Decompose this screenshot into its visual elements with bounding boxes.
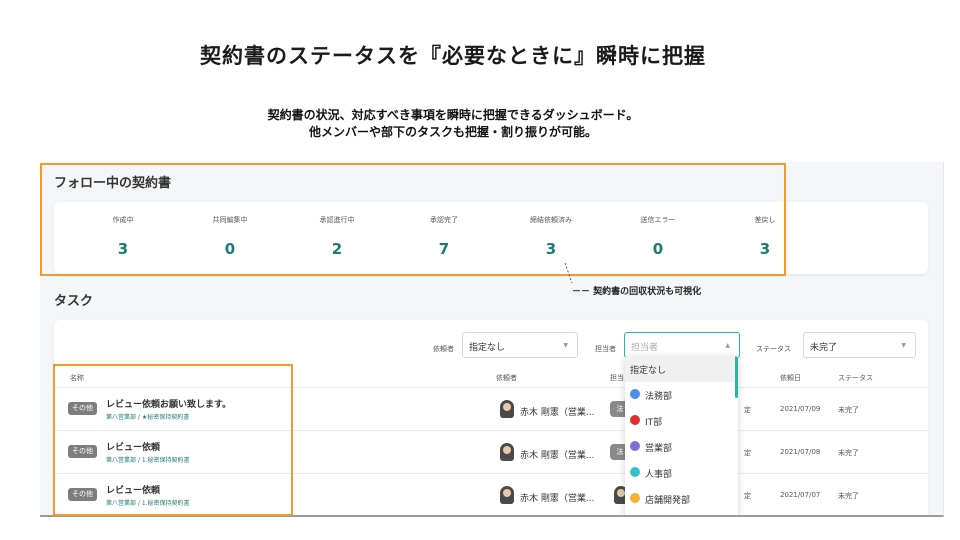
dropdown-item-label: 法務部 bbox=[645, 392, 673, 402]
slide-subtitle: 契約書の状況、対応すべき事項を瞬時に把握できるダッシュボード。 他メンバーや部下… bbox=[0, 107, 906, 141]
caret-up-icon: ▲ bbox=[725, 342, 730, 349]
task-status: 未完了 bbox=[838, 406, 859, 414]
task-status: 未完了 bbox=[838, 449, 859, 457]
status-filter-value: 未完了 bbox=[810, 343, 838, 353]
dropdown-item-label: 営業部 bbox=[645, 444, 673, 454]
dropdown-item-hr[interactable]: 人事部 bbox=[625, 460, 738, 486]
assignee-filter-label: 担当者 bbox=[595, 345, 616, 353]
dropdown-item-label: 人事部 bbox=[645, 470, 673, 480]
status-filter-label: ステータス bbox=[756, 345, 791, 353]
subtitle-line-2: 他メンバーや部下のタスクも把握・割り振りが可能。 bbox=[308, 125, 597, 139]
avatar bbox=[500, 400, 514, 418]
annotation-text: －－ 契約書の回収状況も可視化 bbox=[572, 287, 702, 297]
col-header-date[interactable]: 依頼日 bbox=[780, 373, 801, 383]
requester-name: 赤木 剛憲（営業... bbox=[520, 494, 595, 504]
dropdown-item-label: 指定なし bbox=[630, 366, 667, 376]
task-section-title: タスク bbox=[54, 294, 94, 309]
sales-dept-icon bbox=[630, 441, 640, 451]
status-filter-select[interactable]: 未完了 ▼ bbox=[803, 332, 916, 358]
annotation-pointer bbox=[564, 262, 573, 284]
request-date: 2021/07/08 bbox=[780, 448, 821, 456]
request-date: 2021/07/07 bbox=[780, 491, 821, 499]
slide-title: 契約書のステータスを『必要なときに』瞬時に把握 bbox=[200, 44, 706, 68]
dropdown-item-store-dev[interactable]: 店舗開発部 bbox=[625, 486, 738, 512]
avatar bbox=[500, 443, 514, 461]
dropdown-item-label: IT部 bbox=[645, 418, 663, 428]
caret-down-icon: ▼ bbox=[563, 342, 568, 349]
dropdown-item-sales[interactable]: 営業部 bbox=[625, 434, 738, 460]
it-dept-icon bbox=[630, 415, 640, 425]
assignee-dropdown-menu: 指定なし 法務部 IT部 営業部 人事部 店舗開発部 bbox=[625, 356, 738, 515]
dropdown-item-legal[interactable]: 法務部 bbox=[625, 382, 738, 408]
requester-name: 赤木 剛憲（営業... bbox=[520, 451, 595, 461]
caret-down-icon: ▼ bbox=[901, 342, 906, 349]
requester-name: 赤木 剛憲（営業... bbox=[520, 408, 595, 418]
assignee-partial-text: 定 bbox=[744, 406, 751, 414]
highlight-task-names bbox=[53, 364, 293, 516]
requester-filter-label: 依頼者 bbox=[433, 345, 454, 353]
task-status: 未完了 bbox=[838, 492, 859, 500]
dropdown-item-none[interactable]: 指定なし bbox=[625, 356, 738, 382]
requester-filter-select[interactable]: 指定なし ▼ bbox=[462, 332, 578, 358]
assignee-filter-placeholder: 担当者 bbox=[631, 343, 659, 353]
hr-dept-icon bbox=[630, 467, 640, 477]
assignee-partial-text: 定 bbox=[744, 492, 751, 500]
col-header-requester[interactable]: 依頼者 bbox=[496, 373, 517, 383]
dropdown-item-label: 店舗開発部 bbox=[645, 496, 691, 506]
highlight-follow-section bbox=[40, 163, 786, 276]
assignee-partial-text: 定 bbox=[744, 449, 751, 457]
col-header-assignee[interactable]: 担当 bbox=[610, 373, 624, 383]
dropdown-item-it[interactable]: IT部 bbox=[625, 408, 738, 434]
requester-filter-value: 指定なし bbox=[469, 343, 506, 353]
dropdown-scrollbar[interactable] bbox=[735, 356, 738, 398]
legal-dept-icon bbox=[630, 389, 640, 399]
request-date: 2021/07/09 bbox=[780, 405, 821, 413]
subtitle-line-1: 契約書の状況、対応すべき事項を瞬時に把握できるダッシュボード。 bbox=[267, 108, 639, 122]
assignee-filter-select[interactable]: 担当者 ▲ bbox=[624, 332, 740, 358]
col-header-status[interactable]: ステータス bbox=[838, 373, 873, 383]
avatar bbox=[500, 486, 514, 504]
store-dev-dept-icon bbox=[630, 493, 640, 503]
